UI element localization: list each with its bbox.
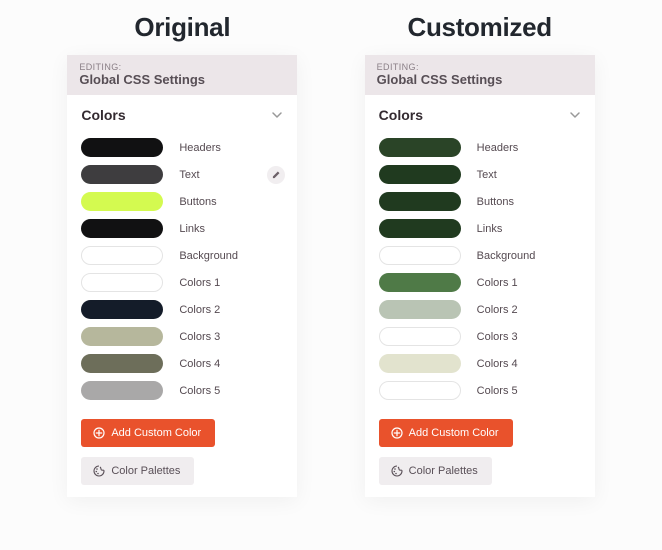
column-title-customized: Customized: [407, 12, 551, 43]
color-swatch[interactable]: [81, 219, 163, 238]
swatch-row[interactable]: Colors 3: [379, 324, 585, 349]
editing-label: EDITING:: [79, 62, 285, 72]
swatch-row[interactable]: Buttons: [81, 189, 287, 214]
section-colors[interactable]: Colors: [67, 95, 297, 131]
section-colors[interactable]: Colors: [365, 95, 595, 131]
swatch-row[interactable]: Colors 4: [379, 351, 585, 376]
swatch-row[interactable]: Headers: [81, 135, 287, 160]
swatch-row[interactable]: Colors 5: [379, 378, 585, 403]
pencil-icon: [272, 170, 281, 179]
swatch-label: Colors 3: [477, 331, 585, 343]
section-title: Colors: [379, 107, 423, 123]
column-original: Original EDITING:Global CSS Settings Color…: [67, 12, 297, 497]
swatch-label: Links: [477, 223, 585, 235]
color-swatch[interactable]: [379, 354, 461, 373]
settings-panel-original: EDITING:Global CSS Settings Colors Headers…: [67, 55, 297, 497]
color-swatch[interactable]: [81, 165, 163, 184]
swatch-label: Colors 5: [179, 385, 287, 397]
panel-title: Global CSS Settings: [377, 72, 583, 87]
swatch-row[interactable]: Colors 5: [81, 378, 287, 403]
swatch-row[interactable]: Text: [81, 162, 287, 187]
action-buttons: Add Custom Color Color Palettes: [365, 413, 595, 497]
swatch-label: Links: [179, 223, 287, 235]
swatch-row[interactable]: Buttons: [379, 189, 585, 214]
swatch-label: Colors 2: [179, 304, 287, 316]
add-custom-color-button[interactable]: Add Custom Color: [379, 419, 513, 447]
swatch-label: Colors 5: [477, 385, 585, 397]
swatch-label: Background: [477, 250, 585, 262]
swatch-row[interactable]: Headers: [379, 135, 585, 160]
color-swatch[interactable]: [81, 273, 163, 292]
add-custom-color-label: Add Custom Color: [111, 427, 201, 439]
swatch-label: Text: [477, 169, 585, 181]
swatch-label: Headers: [179, 142, 287, 154]
swatch-row[interactable]: Text: [379, 162, 585, 187]
swatch-list: Headers Text Buttons Links Background Colors …: [67, 131, 297, 413]
panel-header: EDITING:Global CSS Settings: [67, 55, 297, 95]
editing-label: EDITING:: [377, 62, 583, 72]
swatch-label: Colors 1: [179, 277, 287, 289]
swatch-row[interactable]: Links: [379, 216, 585, 241]
swatch-row[interactable]: Links: [81, 216, 287, 241]
color-swatch[interactable]: [379, 165, 461, 184]
swatch-row[interactable]: Colors 2: [81, 297, 287, 322]
palette-icon: [93, 465, 105, 477]
swatch-label: Colors 2: [477, 304, 585, 316]
color-swatch[interactable]: [81, 246, 163, 265]
column-customized: Customized EDITING:Global CSS Settings Col…: [365, 12, 595, 497]
swatch-row[interactable]: Colors 4: [81, 351, 287, 376]
color-swatch[interactable]: [81, 354, 163, 373]
column-title-original: Original: [134, 12, 230, 43]
chevron-down-icon: [271, 109, 283, 121]
swatch-row[interactable]: Colors 1: [81, 270, 287, 295]
color-swatch[interactable]: [81, 138, 163, 157]
color-palettes-label: Color Palettes: [409, 465, 478, 477]
color-palettes-label: Color Palettes: [111, 465, 180, 477]
swatch-label: Text: [179, 169, 267, 181]
add-custom-color-button[interactable]: Add Custom Color: [81, 419, 215, 447]
swatch-list: Headers Text Buttons Links Background Colors …: [365, 131, 595, 413]
swatch-row[interactable]: Colors 3: [81, 324, 287, 349]
swatch-label: Headers: [477, 142, 585, 154]
add-custom-color-label: Add Custom Color: [409, 427, 499, 439]
color-swatch[interactable]: [379, 138, 461, 157]
action-buttons: Add Custom Color Color Palettes: [67, 413, 297, 497]
color-palettes-button[interactable]: Color Palettes: [379, 457, 492, 485]
color-swatch[interactable]: [379, 219, 461, 238]
plus-circle-icon: [391, 427, 403, 439]
comparison-wrap: OriginalEDITING:Global CSS SettingsColor…: [0, 0, 662, 550]
color-swatch[interactable]: [379, 273, 461, 292]
edit-button[interactable]: [267, 166, 285, 184]
panel-header: EDITING:Global CSS Settings: [365, 55, 595, 95]
color-swatch[interactable]: [81, 192, 163, 211]
color-swatch[interactable]: [379, 381, 461, 400]
color-swatch[interactable]: [81, 300, 163, 319]
color-swatch[interactable]: [379, 246, 461, 265]
color-palettes-button[interactable]: Color Palettes: [81, 457, 194, 485]
swatch-row[interactable]: Colors 2: [379, 297, 585, 322]
chevron-down-icon: [569, 109, 581, 121]
swatch-label: Colors 1: [477, 277, 585, 289]
panel-title: Global CSS Settings: [79, 72, 285, 87]
color-swatch[interactable]: [379, 300, 461, 319]
settings-panel-customized: EDITING:Global CSS Settings Colors Headers…: [365, 55, 595, 497]
swatch-label: Colors 3: [179, 331, 287, 343]
swatch-row[interactable]: Background: [379, 243, 585, 268]
swatch-label: Colors 4: [179, 358, 287, 370]
color-swatch[interactable]: [379, 327, 461, 346]
swatch-label: Colors 4: [477, 358, 585, 370]
plus-circle-icon: [93, 427, 105, 439]
swatch-row[interactable]: Background: [81, 243, 287, 268]
swatch-row[interactable]: Colors 1: [379, 270, 585, 295]
swatch-label: Background: [179, 250, 287, 262]
color-swatch[interactable]: [81, 381, 163, 400]
swatch-label: Buttons: [477, 196, 585, 208]
palette-icon: [391, 465, 403, 477]
swatch-label: Buttons: [179, 196, 287, 208]
section-title: Colors: [81, 107, 125, 123]
color-swatch[interactable]: [379, 192, 461, 211]
color-swatch[interactable]: [81, 327, 163, 346]
